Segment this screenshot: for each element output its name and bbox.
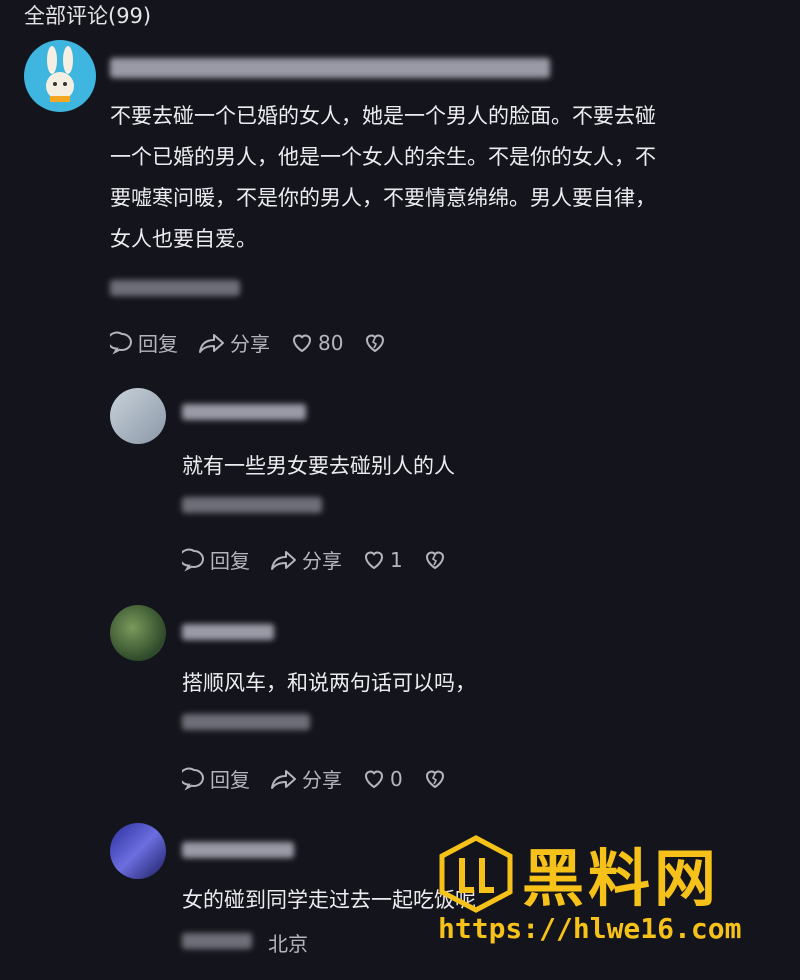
watermark-title: 黑料网 bbox=[522, 842, 721, 915]
broken-heart-icon bbox=[425, 770, 444, 788]
reply-button[interactable]: 回复 bbox=[182, 545, 250, 574]
share-label: 分享 bbox=[302, 549, 342, 573]
broken-heart-icon bbox=[425, 551, 444, 569]
reply-actions: 回复 分享 0 bbox=[182, 764, 471, 793]
logo-icon bbox=[439, 835, 513, 913]
share-icon bbox=[199, 333, 224, 353]
username-redacted bbox=[182, 404, 306, 420]
comment-text-line: 不要去碰一个已婚的女人，她是一个男人的脸面。不要去碰 bbox=[110, 104, 656, 128]
reply-button[interactable]: 回复 bbox=[110, 328, 178, 357]
location-label: 北京 bbox=[268, 932, 308, 956]
reply-actions: 回复 分享 1 bbox=[182, 545, 471, 574]
comment-icon bbox=[182, 548, 204, 571]
comments-header: 全部评论(99) bbox=[24, 4, 152, 28]
reply-button[interactable]: 回复 bbox=[182, 764, 250, 793]
share-button[interactable]: 分享 bbox=[270, 545, 342, 574]
username-redacted bbox=[110, 58, 550, 78]
share-label: 分享 bbox=[230, 332, 270, 356]
heart-icon bbox=[364, 551, 384, 569]
share-icon bbox=[271, 769, 296, 789]
like-count: 0 bbox=[390, 766, 403, 791]
comment-text-line: 一个已婚的男人，他是一个女人的余生。不是你的女人，不 bbox=[110, 145, 656, 169]
meta-redacted bbox=[182, 933, 252, 949]
like-button[interactable]: 1 bbox=[362, 548, 403, 572]
username-redacted bbox=[182, 842, 294, 858]
like-count: 80 bbox=[318, 330, 344, 355]
comment-actions: 回复 分享 80 bbox=[110, 328, 411, 357]
dislike-button[interactable] bbox=[423, 548, 451, 572]
avatar[interactable] bbox=[110, 388, 166, 444]
like-count: 1 bbox=[390, 547, 403, 572]
share-icon bbox=[271, 550, 296, 570]
like-button[interactable]: 80 bbox=[290, 331, 343, 355]
reply-text: 就有一些男女要去碰别人的人 bbox=[182, 454, 455, 478]
meta-redacted bbox=[110, 280, 240, 296]
watermark: 黑料网 https://hlwe16.com bbox=[432, 820, 800, 980]
comment-text-line: 要嘘寒问暖，不是你的男人，不要情意绵绵。男人要自律， bbox=[110, 186, 656, 210]
reply-label: 回复 bbox=[138, 332, 178, 356]
reply-label: 回复 bbox=[210, 549, 250, 573]
heart-icon bbox=[364, 770, 384, 788]
meta-redacted bbox=[182, 497, 322, 513]
reply-text: 搭顺风车，和说两句话可以吗， bbox=[182, 671, 476, 695]
comment-text-line: 女人也要自爱。 bbox=[110, 227, 257, 251]
comment-icon bbox=[110, 331, 132, 354]
heart-icon bbox=[292, 334, 312, 352]
dislike-button[interactable] bbox=[423, 767, 451, 791]
share-button[interactable]: 分享 bbox=[198, 328, 270, 357]
share-button[interactable]: 分享 bbox=[270, 764, 342, 793]
share-label: 分享 bbox=[302, 768, 342, 792]
avatar[interactable] bbox=[110, 605, 166, 661]
avatar[interactable] bbox=[24, 40, 96, 112]
reply-label: 回复 bbox=[210, 768, 250, 792]
broken-heart-icon bbox=[366, 334, 385, 352]
avatar[interactable] bbox=[110, 823, 166, 879]
watermark-url: https://hlwe16.com bbox=[438, 912, 742, 945]
username-redacted bbox=[182, 624, 274, 640]
like-button[interactable]: 0 bbox=[362, 767, 403, 791]
meta-redacted bbox=[182, 714, 310, 730]
dislike-button[interactable] bbox=[363, 331, 391, 355]
comment-icon bbox=[182, 767, 204, 790]
